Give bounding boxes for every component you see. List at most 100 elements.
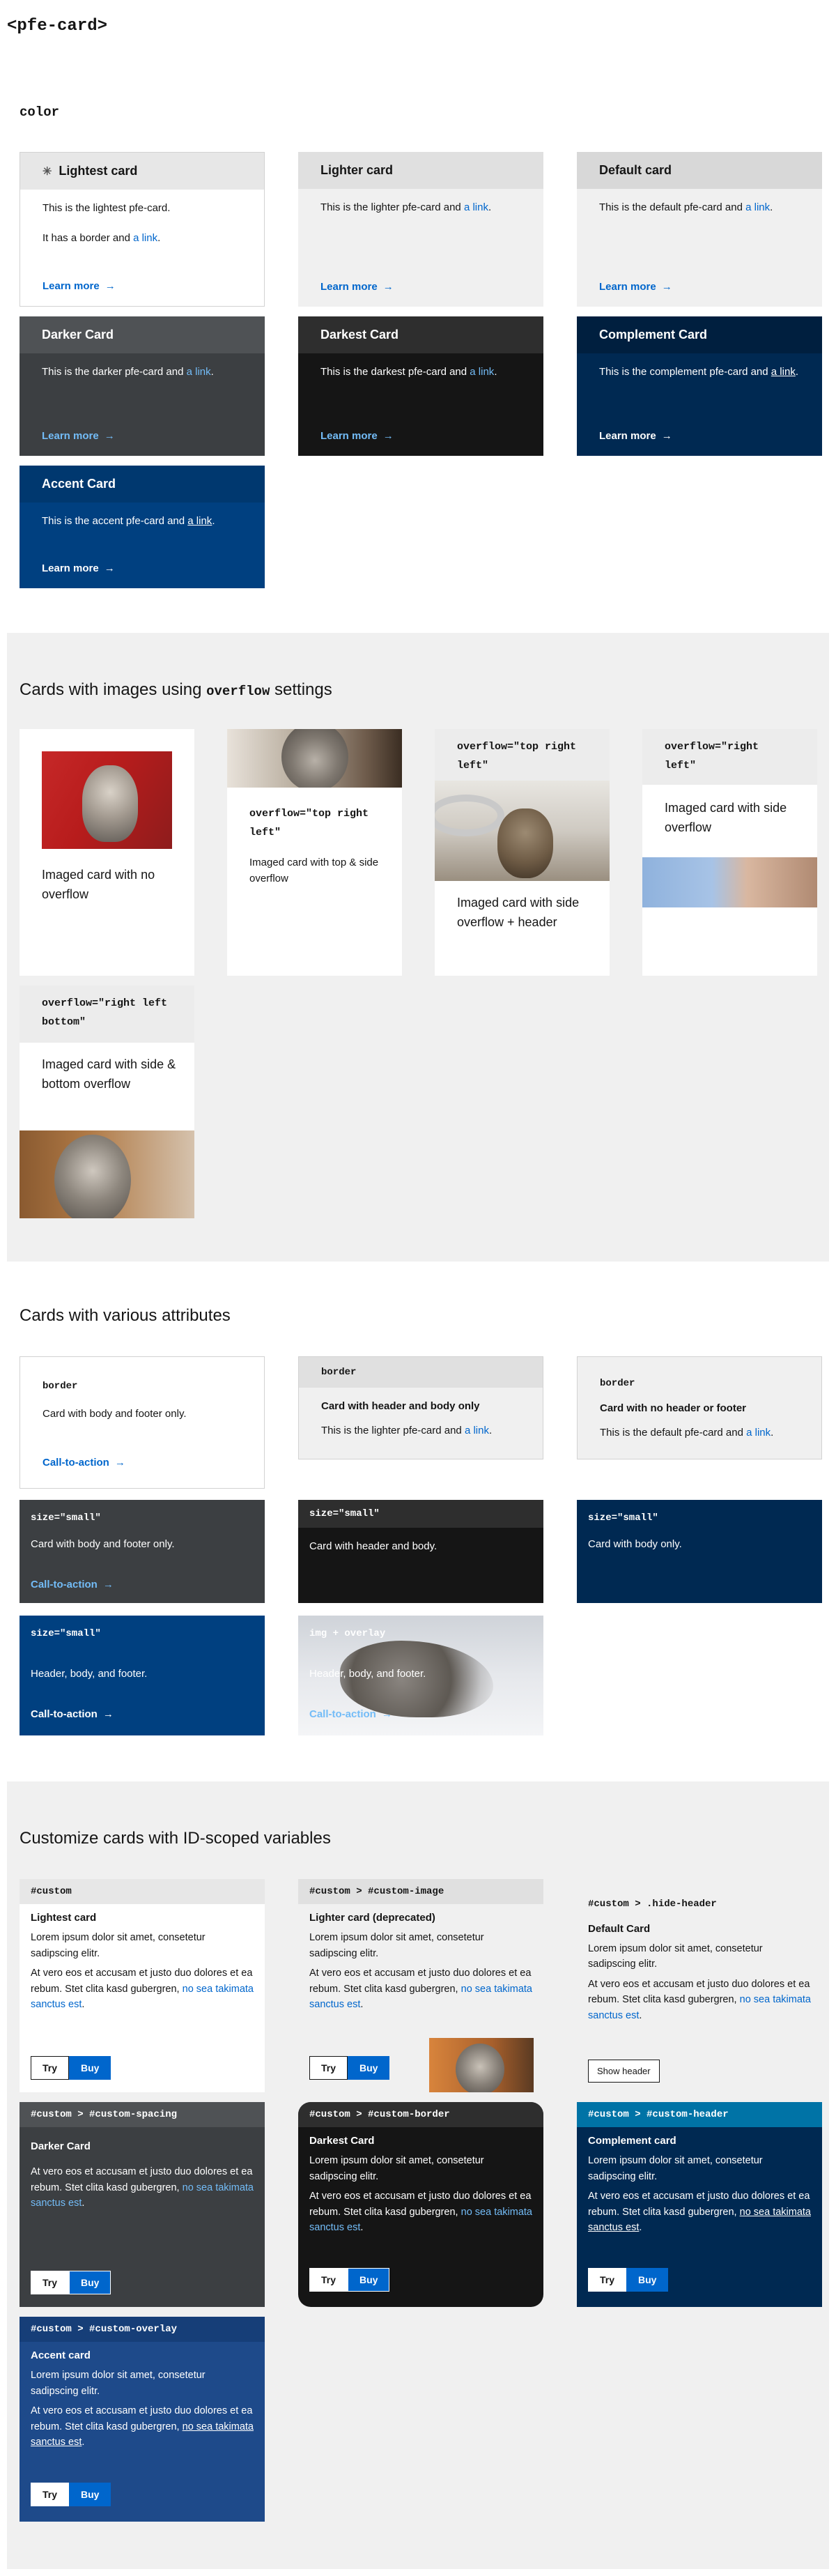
small-card-header-body: size="small" Card with header and body.: [298, 1500, 543, 1603]
learn-more-link[interactable]: Learn more →: [599, 281, 672, 293]
card-title: Darker Card: [31, 2140, 91, 2152]
attr-code: size="small": [31, 1628, 101, 1639]
bug-icon: ✳: [42, 165, 52, 178]
punct: .: [639, 2222, 642, 2234]
var-code: #custom > #custom-overlay: [20, 2317, 265, 2342]
var-code: #custom > #custom-spacing: [20, 2102, 265, 2127]
card-title: Darkest Card: [309, 2135, 375, 2147]
call-to-action-link[interactable]: Call-to-action →: [309, 1708, 392, 1720]
buy-button[interactable]: Buy: [69, 2483, 111, 2506]
call-to-action-link[interactable]: Call-to-action →: [31, 1708, 114, 1720]
attr-code: size="small": [31, 1512, 101, 1524]
try-button[interactable]: Try: [31, 2271, 70, 2294]
learn-more-label: Learn more: [599, 430, 656, 442]
card-body: Card with body only.: [588, 1538, 682, 1550]
punct: .: [82, 1999, 85, 2011]
overflow-code: overflow="top right left": [249, 808, 369, 838]
buy-button[interactable]: Buy: [626, 2268, 669, 2292]
card-title: Lighter card: [298, 152, 543, 189]
inline-link[interactable]: a link: [464, 201, 488, 213]
learn-more-link[interactable]: Learn more →: [42, 280, 116, 292]
call-to-action-link[interactable]: Call-to-action →: [42, 1457, 125, 1469]
border-card-body-only: border Card with no header or footer This …: [577, 1356, 822, 1459]
color-heading: color: [20, 105, 60, 120]
card-title: Accent Card: [20, 466, 265, 503]
var-code: #custom > .hide-header: [588, 1899, 717, 1910]
card-body: This is the lighter pfe-card and: [321, 1424, 465, 1436]
card-title: Default card: [577, 152, 822, 189]
card-body: Lorem ipsum dolor sit amet, consetetur s…: [309, 2155, 484, 2182]
punct: .: [488, 1424, 493, 1436]
buy-button[interactable]: Buy: [348, 2268, 390, 2292]
custom-card-lighter: #custom > #custom-image Lighter card (de…: [298, 1879, 543, 2092]
inline-link[interactable]: a link: [465, 1425, 489, 1436]
image-card-side-bottom-overflow: overflow="right left bottom" Imaged card…: [20, 986, 194, 1218]
inline-link[interactable]: a link: [187, 366, 211, 378]
inline-link[interactable]: a link: [187, 515, 212, 527]
arrow-right-icon: →: [661, 281, 672, 293]
learn-more-link[interactable]: Learn more →: [42, 430, 115, 442]
card-body: Lorem ipsum dolor sit amet, consetetur s…: [588, 2155, 763, 2182]
buy-button[interactable]: Buy: [348, 2056, 390, 2080]
page-title: <pfe-card>: [7, 17, 108, 36]
punct: .: [157, 231, 161, 244]
try-button[interactable]: Try: [309, 2268, 348, 2292]
inline-link[interactable]: a link: [771, 366, 796, 378]
image-card-top-side-overflow: overflow="top right left" Imaged card wi…: [227, 729, 402, 976]
card-body: Lorem ipsum dolor sit amet, consetetur s…: [309, 1932, 484, 1959]
attrs-heading: Cards with various attributes: [20, 1306, 231, 1325]
learn-more-link[interactable]: Learn more →: [599, 430, 672, 442]
try-button[interactable]: Try: [588, 2268, 627, 2292]
try-button[interactable]: Try: [31, 2056, 70, 2080]
attr-code: size="small": [588, 1512, 658, 1524]
arrow-right-icon: →: [382, 430, 394, 442]
punct: .: [210, 366, 214, 378]
card-body: Lorem ipsum dolor sit amet, consetetur s…: [588, 1942, 763, 1970]
card-body: Lorem ipsum dolor sit amet, consetetur s…: [31, 1932, 206, 1959]
card-title: Complement card: [588, 2135, 676, 2147]
darkest-card: Darkest Card This is the darkest pfe-car…: [298, 316, 543, 456]
var-code: #custom > #custom-header: [577, 2102, 822, 2127]
inline-link[interactable]: a link: [470, 366, 494, 378]
cta-label: Call-to-action: [31, 1579, 98, 1590]
learn-more-link[interactable]: Learn more →: [320, 281, 394, 293]
try-button[interactable]: Try: [31, 2483, 70, 2506]
card-body: This is the darker pfe-card and: [42, 366, 187, 378]
arrow-right-icon: →: [104, 562, 115, 574]
learn-more-link[interactable]: Learn more →: [42, 562, 115, 574]
learn-more-label: Learn more: [599, 281, 656, 293]
overflow-code: overflow="top right left": [435, 729, 610, 781]
images-heading: Cards with images using overflow setting…: [20, 680, 332, 700]
punct: .: [360, 2222, 364, 2234]
punct: .: [82, 2437, 85, 2448]
buy-button[interactable]: Buy: [69, 2056, 111, 2080]
image-card-no-overflow: Imaged card with no overflow: [20, 729, 194, 976]
overlay-image-card: img + overlay Header, body, and footer. C…: [298, 1616, 543, 1735]
border-card-header-body: border Card with header and body only Thi…: [298, 1356, 543, 1459]
image-card-side-overflow-header: overflow="top right left" Imaged card wi…: [435, 729, 610, 976]
inline-link[interactable]: a link: [746, 1427, 771, 1439]
lightest-card: ✳ Lightest card This is the lightest pfe-…: [20, 152, 265, 307]
card-body: Lorem ipsum dolor sit amet, consetetur s…: [31, 2370, 206, 2397]
inline-link[interactable]: a link: [133, 232, 157, 244]
learn-more-link[interactable]: Learn more →: [320, 430, 394, 442]
call-to-action-link[interactable]: Call-to-action →: [31, 1579, 114, 1590]
attr-code: border: [299, 1357, 543, 1388]
card-body: This is the lightest pfe-card.: [42, 202, 171, 214]
card-title: Darker Card: [20, 316, 265, 353]
punct: .: [639, 2009, 642, 2021]
card-body: Card with header and body only: [321, 1400, 480, 1412]
heading-code: overflow: [206, 684, 270, 699]
punct: .: [82, 2198, 85, 2209]
punct: .: [360, 1999, 364, 2011]
border-card-body-footer: border Card with body and footer only. Ca…: [20, 1356, 265, 1489]
kitten-image: [20, 1130, 194, 1218]
buy-button[interactable]: Buy: [69, 2271, 111, 2294]
card-title: Lightest card: [59, 164, 138, 178]
show-header-button[interactable]: Show header: [588, 2060, 660, 2083]
card-body: Card with no header or footer: [600, 1402, 747, 1414]
learn-more-label: Learn more: [320, 430, 378, 442]
attr-code: size="small": [298, 1500, 543, 1528]
inline-link[interactable]: a link: [745, 201, 770, 213]
try-button[interactable]: Try: [309, 2056, 348, 2080]
